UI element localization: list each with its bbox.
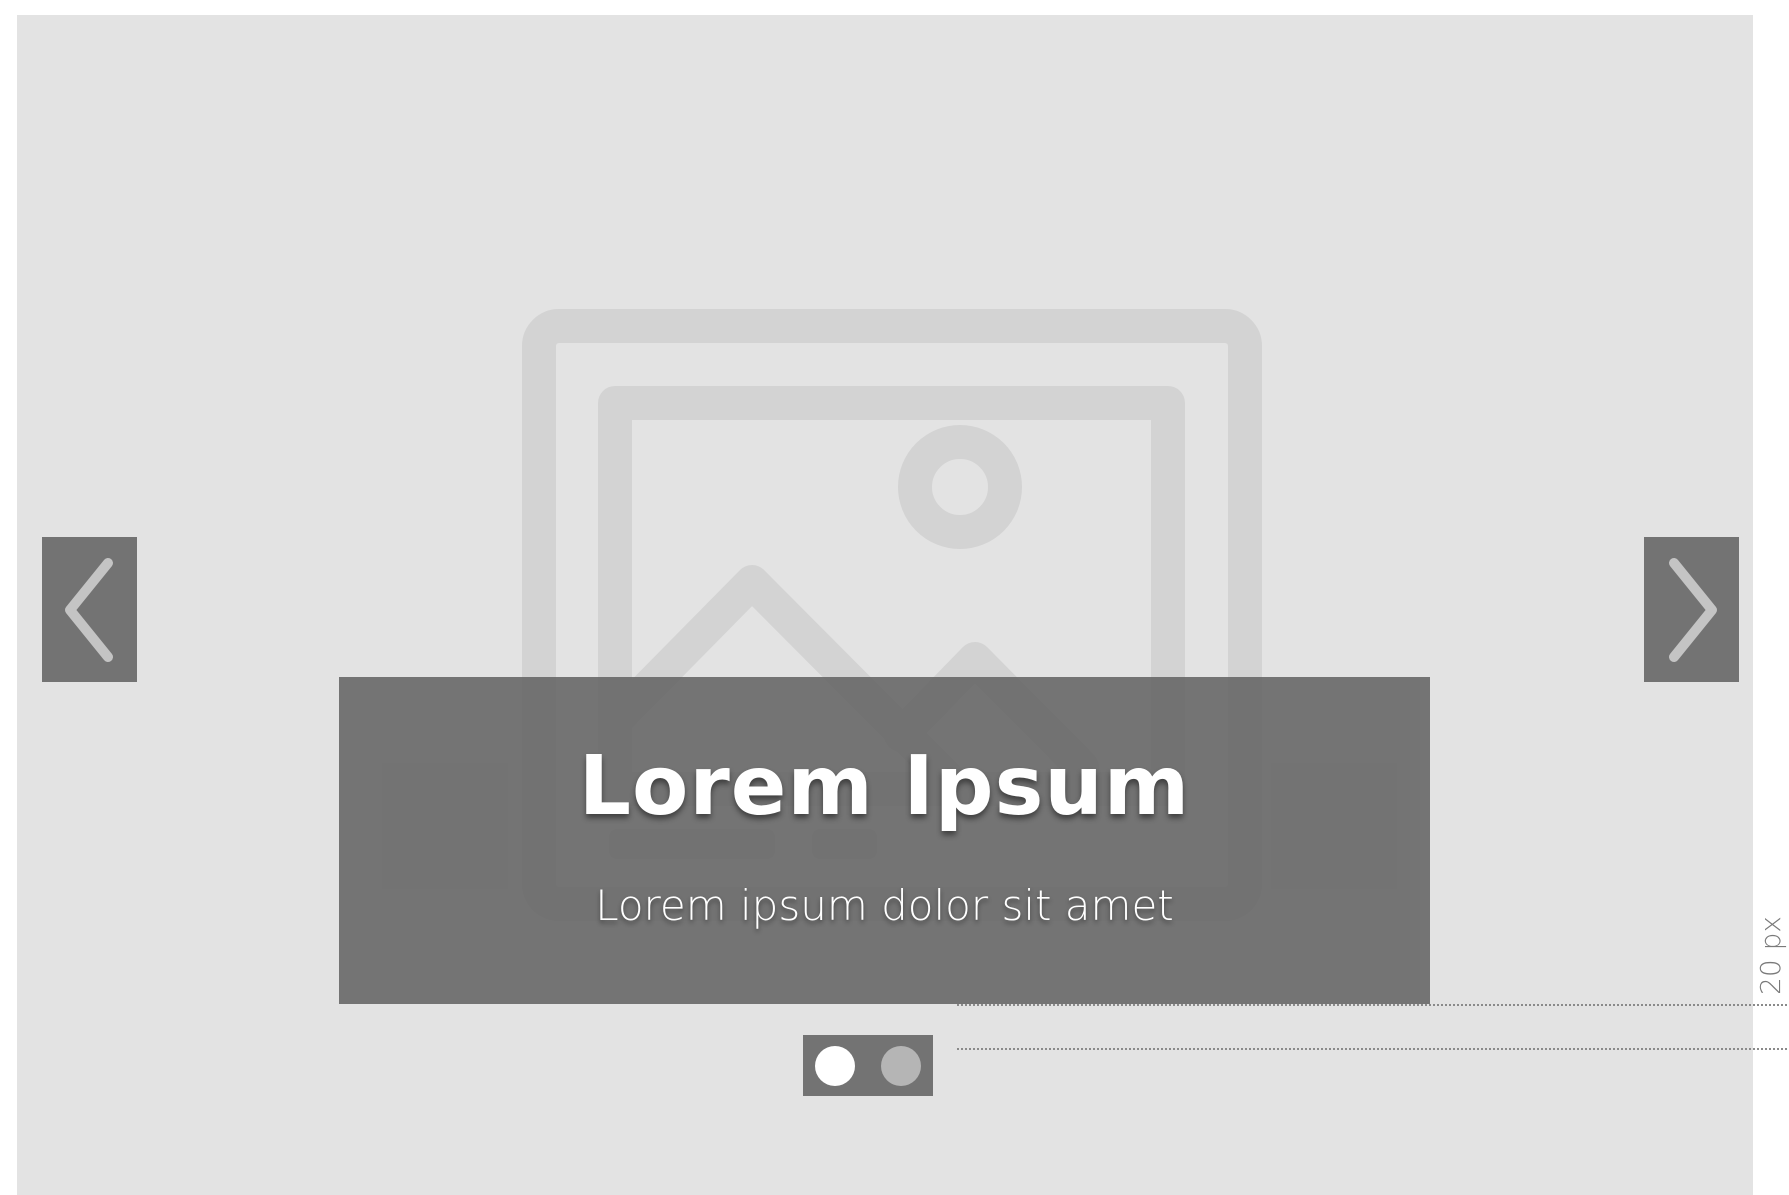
next-slide-button[interactable]	[1644, 537, 1739, 682]
spacing-guide-bottom	[957, 1048, 1787, 1050]
prev-slide-button[interactable]	[42, 537, 137, 682]
carousel-mockup: Lorem Ipsum Lorem ipsum dolor sit amet 2…	[0, 0, 1789, 1195]
caption-title: Lorem Ipsum	[578, 739, 1191, 834]
spacing-measure-text: 20 px	[1753, 915, 1787, 995]
slide-indicators	[803, 1035, 933, 1096]
chevron-right-icon	[1668, 557, 1717, 662]
carousel-slide: Lorem Ipsum Lorem ipsum dolor sit amet	[17, 15, 1753, 1195]
slide-indicator-1[interactable]	[815, 1045, 855, 1086]
chevron-left-icon	[64, 557, 113, 662]
spacing-measure-label: 20 px	[1752, 900, 1788, 1010]
slide-caption: Lorem Ipsum Lorem ipsum dolor sit amet	[339, 677, 1430, 1004]
spacing-guide-top	[957, 1004, 1787, 1006]
slide-indicator-2[interactable]	[881, 1045, 921, 1086]
caption-subtitle: Lorem ipsum dolor sit amet	[595, 881, 1174, 930]
